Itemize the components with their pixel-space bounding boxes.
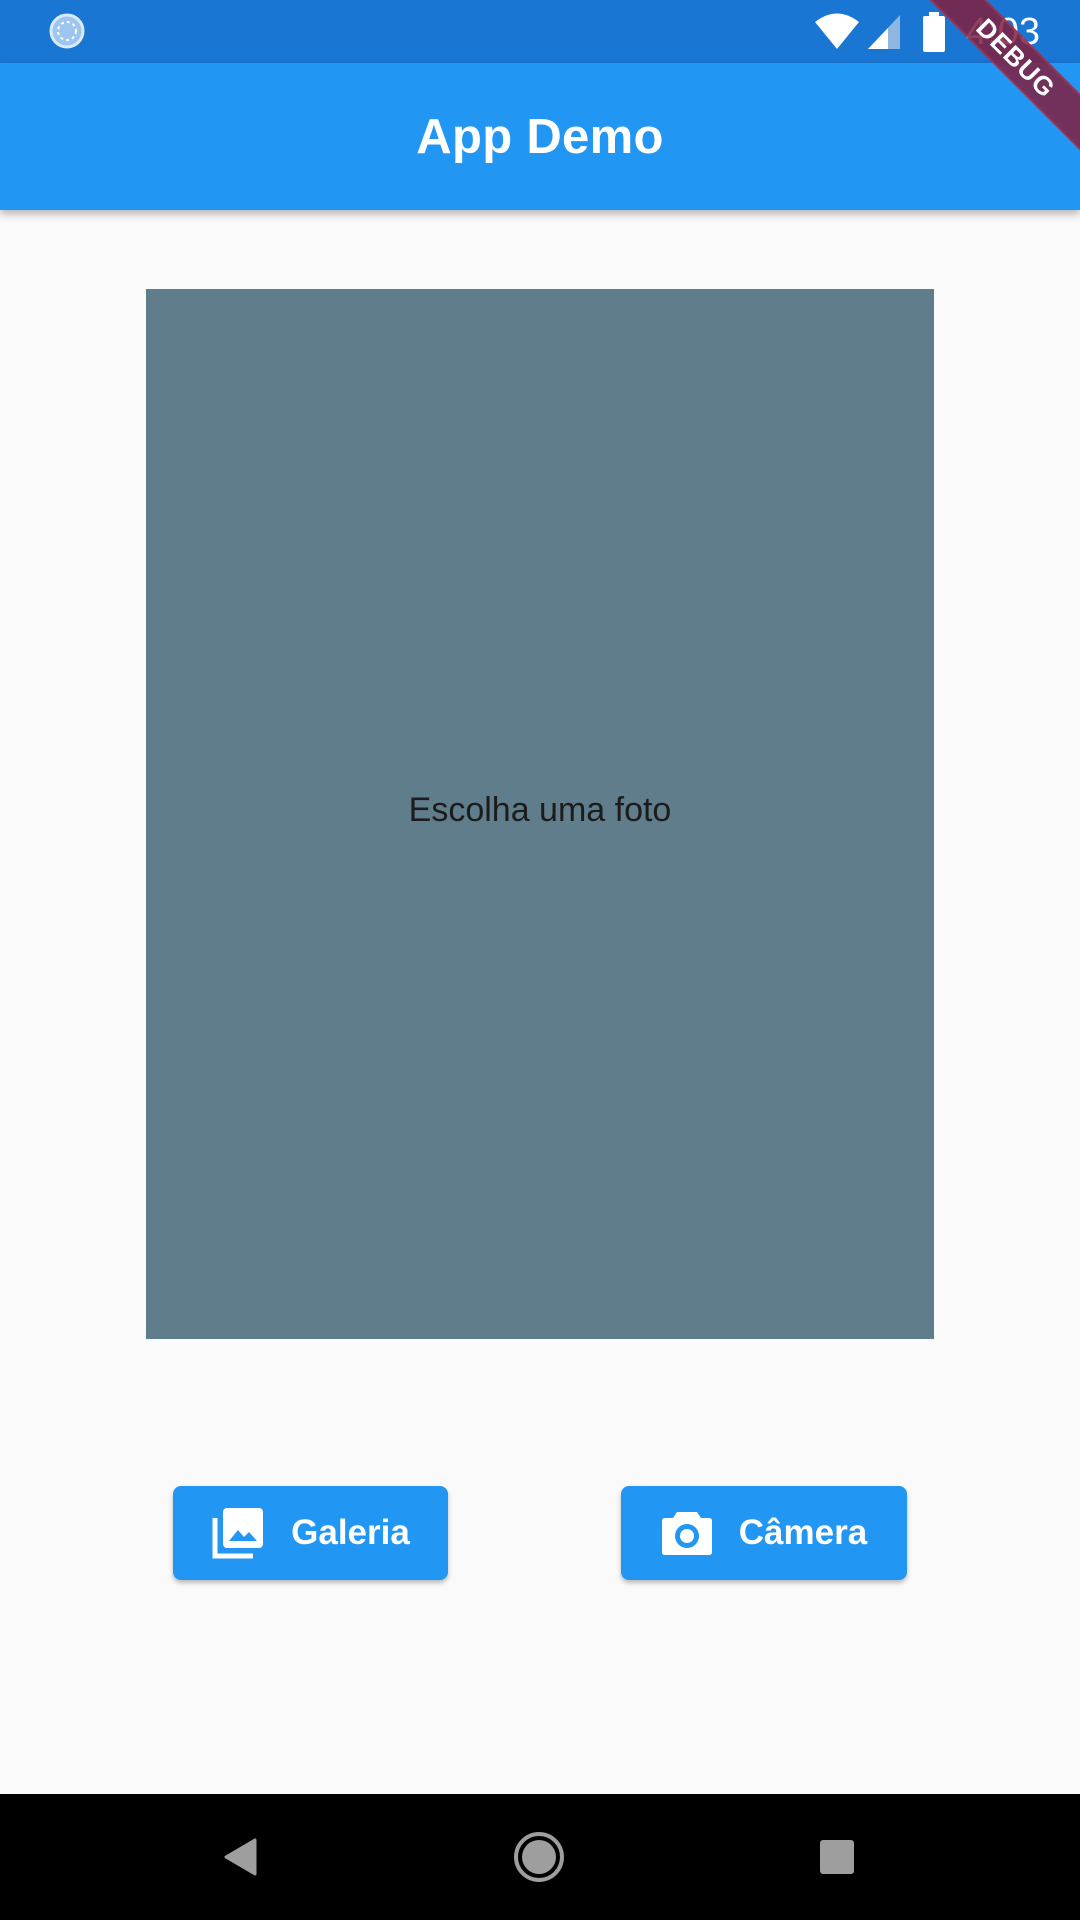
photo-placeholder: Escolha uma foto xyxy=(146,289,934,1339)
home-icon[interactable] xyxy=(506,1824,572,1890)
photo-placeholder-text: Escolha uma foto xyxy=(408,791,672,829)
signal-icon xyxy=(868,15,901,49)
camera-icon xyxy=(661,1512,712,1555)
photo-library-icon xyxy=(212,1508,264,1559)
page-title: App Demo xyxy=(416,110,664,164)
screen: 4:03 DEBUG App Demo Escolha uma foto Gal… xyxy=(0,0,1080,1920)
battery-icon xyxy=(923,12,946,52)
camera-button-label: Câmera xyxy=(738,1513,868,1552)
navigation-bar xyxy=(0,1794,1080,1920)
loading-icon xyxy=(49,13,85,49)
recents-icon[interactable] xyxy=(804,1824,870,1890)
back-icon[interactable] xyxy=(207,1824,273,1890)
app-bar: App Demo xyxy=(0,63,1080,210)
gallery-button-label: Galeria xyxy=(291,1513,410,1552)
camera-button[interactable]: Câmera xyxy=(621,1486,907,1580)
status-bar: 4:03 xyxy=(0,0,1080,63)
gallery-button[interactable]: Galeria xyxy=(173,1486,448,1580)
wifi-icon xyxy=(815,13,860,49)
